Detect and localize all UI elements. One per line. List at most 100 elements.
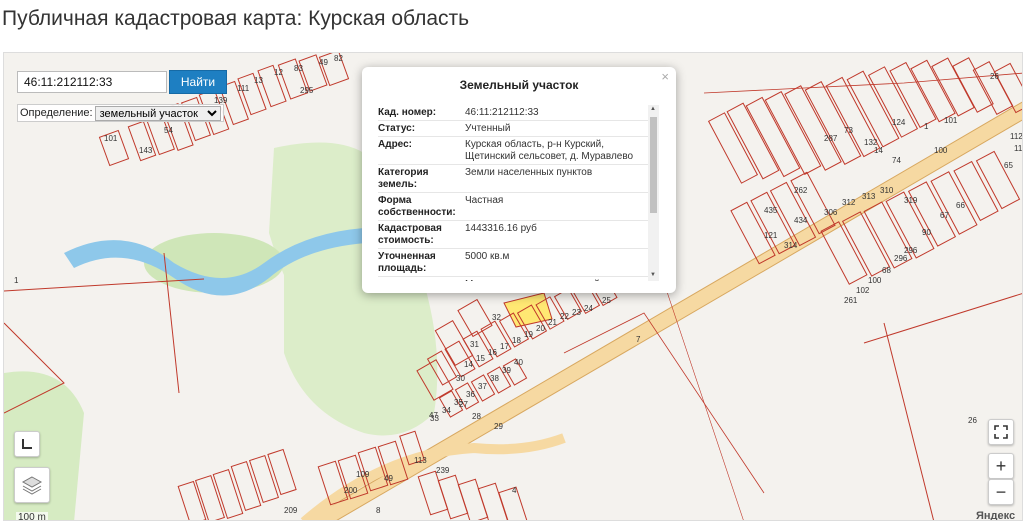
ruler-control[interactable] bbox=[14, 431, 40, 457]
layers-control[interactable] bbox=[14, 467, 50, 503]
ruler-icon bbox=[22, 439, 32, 449]
definition-selector: Определение: земельный участок bbox=[17, 104, 224, 122]
scroll-down-icon[interactable]: ▼ bbox=[650, 272, 656, 278]
parcel-number-label: 8 bbox=[376, 506, 381, 515]
zoom-out-button[interactable]: − bbox=[988, 479, 1014, 505]
attribute-row: Уточненная площадь: 5000 кв.м bbox=[378, 248, 648, 277]
parcel-number-label: 12 bbox=[274, 68, 283, 77]
attribute-key: Уточненная площадь: bbox=[378, 248, 465, 277]
cadastral-search-input[interactable] bbox=[17, 71, 167, 93]
parcel-number-label: 24 bbox=[584, 304, 593, 313]
scroll-up-icon[interactable]: ▲ bbox=[650, 106, 656, 112]
attribute-key: Кад. номер: bbox=[378, 105, 465, 121]
attribute-row: Малоэтажная жилая застройка bbox=[378, 276, 648, 281]
parcel-number-label: 26 bbox=[990, 72, 999, 81]
parcel-number-label: 17 bbox=[500, 342, 509, 351]
parcel-number-label: 28 bbox=[472, 412, 481, 421]
parcel-number-label: 313 bbox=[862, 192, 876, 201]
attribute-value: Учтенный bbox=[465, 120, 648, 137]
popup-title: Земельный участок bbox=[459, 78, 579, 92]
parcel-number-label: 54 bbox=[164, 126, 173, 135]
popup-content: Кад. номер: 46:11:212112:33 Статус: Учтенны… bbox=[378, 105, 660, 281]
popup-scrollbar[interactable]: ▲ ▼ bbox=[648, 105, 659, 281]
parcel-outline[interactable] bbox=[477, 482, 509, 521]
parcel-outline[interactable] bbox=[194, 474, 226, 521]
parcel-number-label: 100 bbox=[934, 146, 948, 155]
parcel-number-label: 31 bbox=[470, 340, 479, 349]
parcel-outline[interactable] bbox=[212, 469, 244, 519]
parcel-outline[interactable] bbox=[267, 448, 297, 496]
find-button[interactable]: Найти bbox=[169, 70, 227, 94]
parcel-number-label: 310 bbox=[880, 186, 894, 195]
close-icon[interactable]: × bbox=[661, 69, 669, 84]
fullscreen-icon bbox=[994, 425, 1008, 439]
parcel-number-label: 13 bbox=[254, 76, 263, 85]
parcel-number-label: 65 bbox=[1004, 161, 1013, 170]
parcel-number-label: 101 bbox=[944, 116, 958, 125]
parcel-number-label: 312 bbox=[842, 198, 856, 207]
parcel-outline[interactable] bbox=[745, 96, 801, 178]
parcel-number-label: 49 bbox=[319, 58, 328, 67]
parcel-outline[interactable] bbox=[972, 61, 1014, 115]
parcel-attributes-table: Кад. номер: 46:11:212112:33 Статус: Учтенны… bbox=[378, 105, 648, 281]
parcel-number-label: 261 bbox=[844, 296, 858, 305]
attribute-row: Категория земель: Земли населенных пункто… bbox=[378, 164, 648, 193]
parcel-number-label: 83 bbox=[294, 64, 303, 73]
parcel-number-label: 73 bbox=[844, 126, 853, 135]
parcel-number-label: 306 bbox=[824, 208, 838, 217]
scrollbar-thumb[interactable] bbox=[650, 117, 657, 213]
parcel-number-label: 23 bbox=[572, 308, 581, 317]
parcel-number-label: 200 bbox=[344, 486, 358, 495]
parcel-number-label: 49 bbox=[384, 474, 393, 483]
parcel-outline[interactable] bbox=[975, 150, 1021, 210]
parcel-number-label: 314 bbox=[784, 241, 798, 250]
attribute-key: Категория земель: bbox=[378, 164, 465, 193]
parcel-outline[interactable] bbox=[952, 57, 994, 113]
attribute-row: Адрес: Курская область, р-н Курский, Щети… bbox=[378, 136, 648, 165]
parcel-number-label: 29 bbox=[494, 422, 503, 431]
fullscreen-button[interactable] bbox=[988, 419, 1014, 445]
attribute-key: Статус: bbox=[378, 120, 465, 137]
parcel-outline[interactable] bbox=[437, 474, 469, 520]
parcel-number-label: 7 bbox=[636, 335, 641, 344]
map-attribution: Яндекс bbox=[976, 510, 1016, 521]
parcel-number-label: 143 bbox=[139, 146, 153, 155]
parcel-number-label: 33 bbox=[430, 414, 439, 423]
parcel-number-label: 67 bbox=[940, 211, 949, 220]
parcel-number-label: 66 bbox=[956, 201, 965, 210]
parcel-number-label: 90 bbox=[922, 228, 931, 237]
parcel-outline[interactable] bbox=[417, 470, 449, 516]
attribute-value: 46:11:212112:33 bbox=[465, 105, 648, 121]
parcel-number-label: 102 bbox=[856, 286, 870, 295]
parcel-number-label: 239 bbox=[436, 466, 450, 475]
parcel-number-label: 109 bbox=[356, 470, 370, 479]
layers-icon bbox=[21, 476, 43, 495]
zoom-in-button[interactable]: + bbox=[988, 453, 1014, 479]
parcel-outline[interactable] bbox=[953, 160, 999, 222]
parcel-number-label: 16 bbox=[488, 348, 497, 357]
attribute-value: 5000 кв.м bbox=[465, 248, 648, 277]
attribute-key: Кадастровая стоимость: bbox=[378, 220, 465, 249]
parcel-number-label: 262 bbox=[794, 186, 808, 195]
attribute-value: Частная bbox=[465, 192, 648, 221]
definition-select[interactable]: земельный участок bbox=[94, 105, 221, 121]
parcel-outline[interactable] bbox=[457, 298, 493, 338]
parcel-number-label: 68 bbox=[882, 266, 891, 275]
parcel-number-label: 124 bbox=[892, 118, 906, 127]
parcel-number-label: 14 bbox=[874, 146, 883, 155]
attribute-row: Форма собственности: Частная bbox=[378, 192, 648, 221]
attribute-value: Курская область, р-н Курский, Щетинский … bbox=[465, 136, 648, 165]
attribute-row: Кадастровая стоимость: 1443316.16 руб bbox=[378, 220, 648, 249]
parcel-outline[interactable] bbox=[434, 319, 474, 367]
parcel-number-label: 112 bbox=[1010, 132, 1023, 141]
parcel-info-popup: Земельный участок × Кад. номер: 46:11:212… bbox=[362, 67, 676, 293]
parcel-number-label: 26 bbox=[968, 416, 977, 425]
parcel-number-label: 100 bbox=[868, 276, 882, 285]
parcel-outline[interactable] bbox=[177, 480, 207, 521]
parcel-number-label: 39 bbox=[502, 366, 511, 375]
page-title: Публичная кадастровая карта: Курская обл… bbox=[2, 7, 470, 30]
parcel-number-label: 22 bbox=[560, 312, 569, 321]
parcel-outline[interactable] bbox=[248, 454, 280, 504]
parcel-outline[interactable] bbox=[230, 461, 262, 511]
parcel-number-label: 1 bbox=[14, 276, 19, 285]
